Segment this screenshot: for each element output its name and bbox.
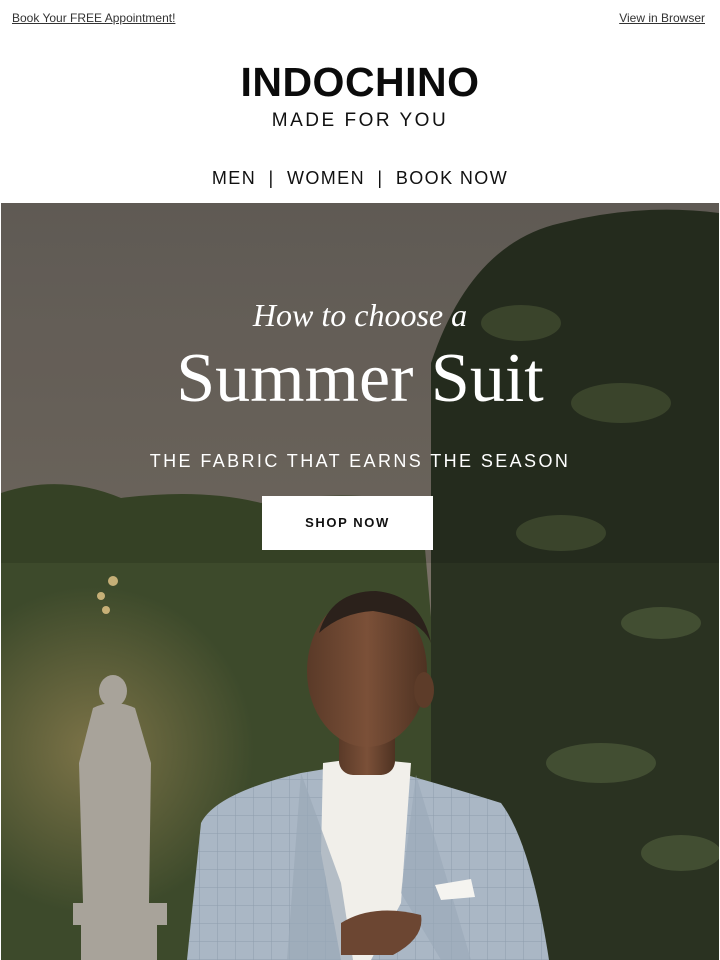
nav-item-book-now[interactable]: BOOK NOW	[396, 168, 508, 188]
nav-item-women[interactable]: WOMEN	[287, 168, 365, 188]
brand-header: INDOCHINO MADE FOR YOU	[0, 56, 720, 134]
hero-headline: Summer Suit	[176, 340, 544, 417]
hero-kicker: How to choose a	[252, 297, 468, 333]
nav-separator: |	[377, 168, 384, 188]
main-nav: MEN | WOMEN | BOOK NOW	[0, 168, 720, 189]
book-appointment-link[interactable]: Book Your FREE Appointment!	[12, 11, 175, 25]
nav-item-men[interactable]: MEN	[212, 168, 256, 188]
top-utility-bar: Book Your FREE Appointment! View in Brow…	[0, 0, 720, 36]
nav-separator: |	[268, 168, 275, 188]
view-in-browser-link[interactable]: View in Browser	[619, 11, 705, 25]
hero-banner[interactable]: How to choose a Summer Suit THE FABRIC T…	[1, 203, 719, 960]
brand-logo[interactable]: INDOCHINO	[0, 56, 720, 108]
hero-subheadline: THE FABRIC THAT EARNS THE SEASON	[149, 451, 571, 471]
shop-now-button[interactable]: SHOP NOW	[262, 496, 433, 550]
brand-tagline: MADE FOR YOU	[271, 110, 449, 131]
